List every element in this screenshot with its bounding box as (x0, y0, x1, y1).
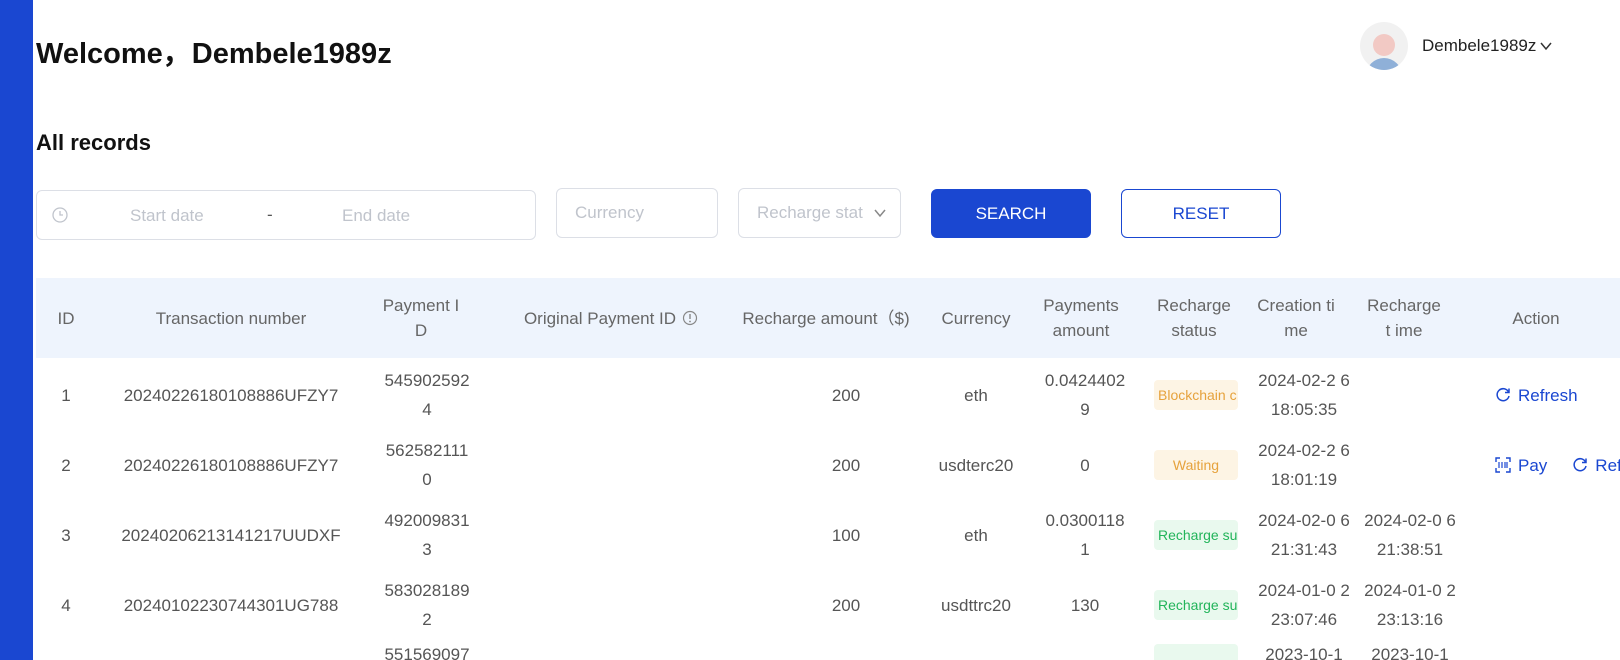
cell-recharge-status: Blockchain c (1154, 360, 1238, 430)
table-row: 2 20240226180108886UFZY7 562582111 0 200… (36, 430, 1620, 500)
col-original-payment-id: Original Payment ID (496, 278, 726, 358)
cell-recharge-time: 2024-01-0 2 23:13:16 (1364, 581, 1456, 629)
cell-original-payment-id (496, 430, 726, 500)
refresh-icon (1496, 387, 1510, 402)
cell-id: 1 (61, 385, 71, 405)
info-icon[interactable] (682, 310, 698, 326)
start-date-input[interactable]: Start date (130, 206, 204, 226)
cell-id: 4 (61, 595, 71, 615)
status-badge: Recharge su (1154, 590, 1238, 620)
reset-button[interactable]: RESET (1121, 189, 1281, 238)
end-date-input[interactable]: End date (342, 206, 410, 226)
cell-recharge-amount: 100 (831, 525, 861, 545)
cell-payment-id: 583028189 2 (384, 581, 470, 629)
section-title: All records (36, 130, 151, 155)
search-button[interactable]: SEARCH (931, 189, 1091, 238)
pay-label: Pay (1518, 455, 1548, 475)
status-badge: Waiting (1154, 450, 1238, 480)
currency-input[interactable]: Currency (556, 188, 718, 238)
cell-creation-time: 2023-10-1 (1265, 645, 1343, 660)
welcome-title: Welcome，Dembele1989z (36, 38, 392, 70)
cell-payment-id: 545902592 4 (384, 371, 470, 419)
cell-original-payment-id (496, 360, 726, 430)
avatar[interactable] (1360, 22, 1408, 70)
scan-icon (1495, 457, 1511, 473)
table-row: 4 20240102230744301UG788 583028189 2 200… (36, 570, 1620, 640)
table-row: 551569097 2023-10-1 2023-10-1 (36, 640, 1620, 660)
user-name[interactable]: Dembele1989z (1422, 36, 1536, 56)
col-recharge-amount: Recharge amount（$) (742, 308, 910, 328)
sidebar (0, 0, 33, 660)
cell-original-payment-id (496, 500, 726, 570)
table-row: 3 20240206213141217UUDXF 492009831 3 100… (36, 500, 1620, 570)
status-badge: Blockchain c (1154, 380, 1238, 410)
cell-recharge-time (1364, 360, 1456, 430)
refresh-link[interactable]: Refresh (1571, 451, 1620, 480)
col-transaction-number: Transaction number (155, 308, 307, 328)
cell-recharge-status (1154, 644, 1238, 660)
col-payments-amount: Payments amount (1043, 296, 1119, 340)
cell-transaction-number: 20240226180108886UFZY7 (123, 385, 339, 405)
cell-payments-amount: 0.0300118 1 (1045, 511, 1125, 559)
col-recharge-status: Recharge status (1157, 296, 1231, 340)
cell-creation-time: 2024-02-2 6 18:01:19 (1258, 441, 1350, 489)
cell-recharge-status: Waiting (1154, 430, 1238, 500)
cell-payment-id: 562582111 0 (385, 441, 469, 489)
refresh-label: Refresh (1595, 455, 1620, 475)
cell-creation-time: 2024-02-2 6 18:05:35 (1258, 371, 1350, 419)
cell-payment-id: 492009831 3 (384, 511, 470, 559)
cell-payments-amount: 0.0424402 9 (1044, 371, 1126, 419)
pay-link[interactable]: Pay (1494, 451, 1547, 480)
clock-icon (52, 207, 68, 223)
cell-action: Refresh (1494, 360, 1620, 430)
cell-creation-time: 2024-02-0 6 21:31:43 (1258, 511, 1350, 559)
status-badge (1154, 644, 1238, 660)
col-creation-time: Creation ti me (1257, 296, 1335, 340)
cell-payment-id: 551569097 (384, 645, 470, 660)
cell-creation-time: 2024-01-0 2 23:07:46 (1258, 581, 1350, 629)
cell-recharge-amount: 200 (831, 385, 861, 405)
cell-transaction-number: 20240102230744301UG788 (123, 595, 339, 615)
user-menu[interactable]: Dembele1989z (1360, 18, 1554, 74)
cell-payments-amount: 130 (1070, 595, 1100, 615)
cell-recharge-time (1364, 430, 1456, 500)
cell-transaction-number: 20240206213141217UUDXF (121, 525, 341, 545)
chevron-down-icon (874, 209, 886, 218)
table-header: ID Transaction number Payment I D Origin… (36, 278, 1620, 358)
date-range-picker[interactable]: Start date - End date (36, 190, 536, 240)
cell-currency: eth (964, 525, 988, 545)
cell-currency: usdterc20 (938, 455, 1014, 475)
cell-payments-amount: 0 (1080, 455, 1090, 475)
refresh-link[interactable]: Refresh (1494, 381, 1578, 410)
refresh-label: Refresh (1518, 385, 1578, 405)
cell-id: 3 (61, 525, 71, 545)
cell-id: 2 (61, 455, 71, 475)
cell-original-payment-id (496, 570, 726, 640)
col-currency: Currency (941, 308, 1011, 328)
refresh-icon (1573, 457, 1588, 472)
date-separator: - (267, 205, 273, 224)
col-id: ID (57, 308, 75, 328)
cell-currency: eth (964, 385, 988, 405)
status-badge: Recharge su (1154, 520, 1238, 550)
cell-recharge-amount: 200 (831, 455, 861, 475)
cell-transaction-number: 20240226180108886UFZY7 (123, 455, 339, 475)
recharge-status-placeholder: Recharge stat (757, 203, 863, 222)
cell-recharge-status: Recharge su (1154, 570, 1238, 640)
col-recharge-time: Recharge t ime (1367, 296, 1441, 340)
cell-currency: usdttrc20 (941, 595, 1011, 615)
col-action: Action (1512, 308, 1560, 328)
col-payment-id: Payment I D (382, 296, 460, 340)
cell-recharge-time: 2024-02-0 6 21:38:51 (1364, 511, 1456, 559)
cell-action: Pay Refresh (1494, 430, 1620, 500)
cell-recharge-time: 2023-10-1 (1371, 645, 1449, 660)
cell-recharge-amount: 200 (831, 595, 861, 615)
table-row: 1 20240226180108886UFZY7 545902592 4 200… (36, 360, 1620, 430)
recharge-status-select[interactable]: Recharge stat (738, 188, 901, 238)
cell-recharge-status: Recharge su (1154, 500, 1238, 570)
col-original-payment-id-label: Original Payment ID (523, 308, 677, 328)
chevron-down-icon[interactable] (1538, 38, 1554, 54)
